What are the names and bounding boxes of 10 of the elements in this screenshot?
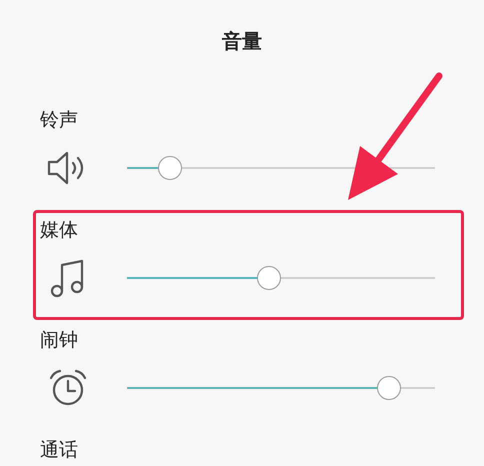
channel-label: 闹钟 [40,328,78,352]
volume-slider[interactable] [127,266,435,290]
page-title: 音量 [222,28,262,54]
slider-thumb[interactable] [376,376,401,400]
volume-slider[interactable] [127,376,435,400]
channel-label: 铃声 [40,108,78,132]
slider-thumb[interactable] [256,266,281,290]
slider-thumb[interactable] [158,156,182,180]
channel-label: 媒体 [40,218,78,242]
channel-label: 通话 [40,438,78,462]
